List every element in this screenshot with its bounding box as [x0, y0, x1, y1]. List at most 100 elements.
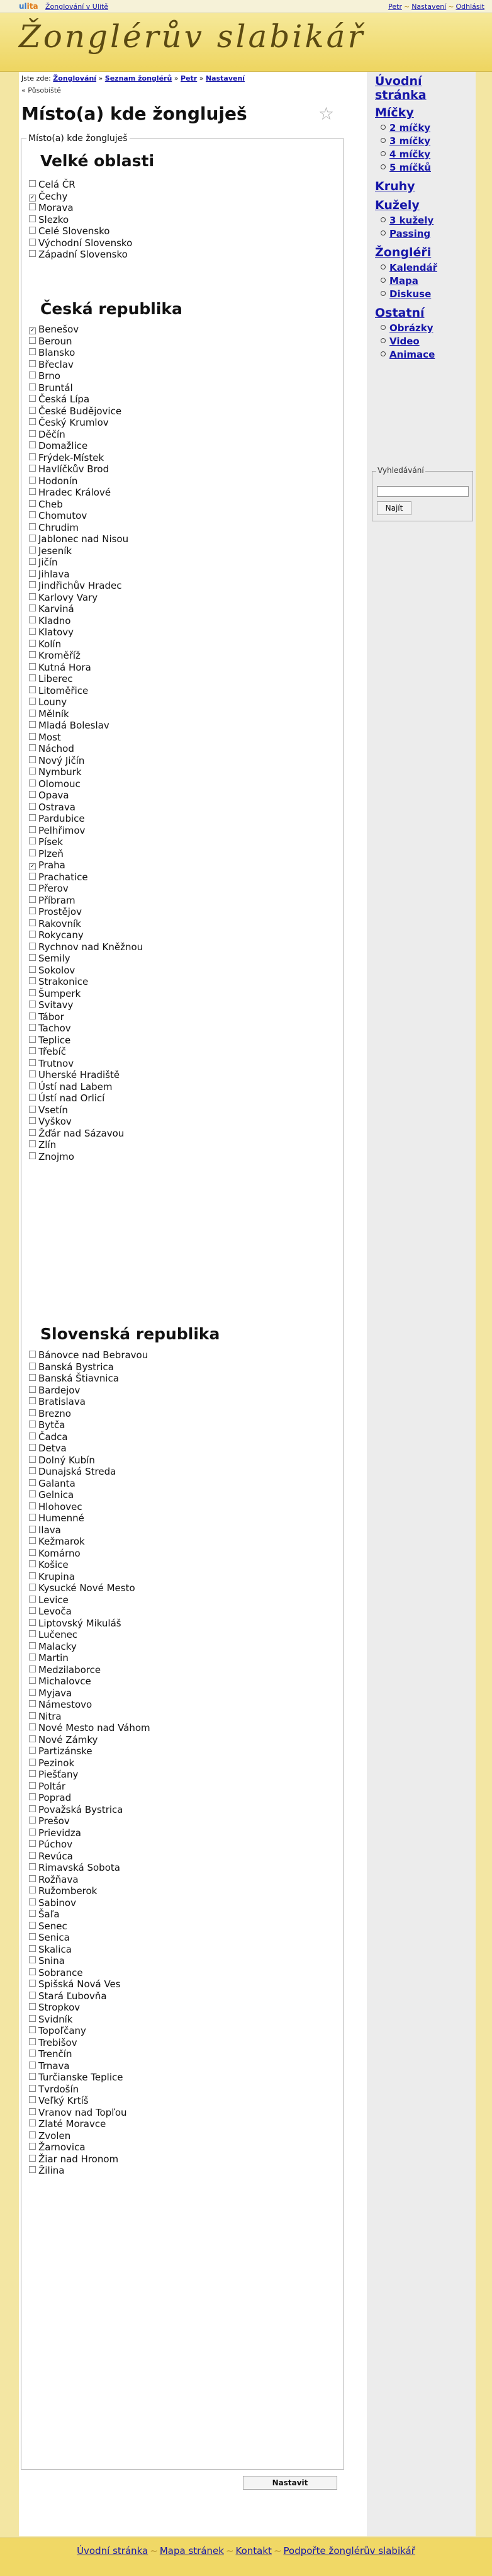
checkbox[interactable] — [29, 2062, 36, 2068]
checkbox[interactable] — [29, 1642, 36, 1649]
checkbox[interactable] — [29, 1152, 36, 1159]
checkbox[interactable] — [29, 1863, 36, 1870]
location-checkbox-row[interactable]: Bytča — [29, 1419, 65, 1431]
sidebar-kuzely-link[interactable]: Kužely — [375, 198, 420, 212]
checkbox[interactable] — [29, 360, 36, 367]
location-checkbox-row[interactable]: Žiar nad Hronom — [29, 2153, 118, 2165]
checkbox[interactable] — [29, 2096, 36, 2103]
checkbox[interactable] — [29, 849, 36, 856]
checkbox[interactable] — [29, 418, 36, 425]
sidebar-item-kalendar[interactable]: Kalendář — [381, 262, 437, 273]
checkbox[interactable] — [29, 2166, 36, 2173]
checkbox[interactable] — [29, 488, 36, 495]
location-checkbox-row[interactable]: Prachatice — [29, 871, 88, 883]
location-checkbox-row[interactable]: Chomutov — [29, 509, 87, 522]
sidebar-item-micky-2[interactable]: 2 míčky — [381, 122, 430, 133]
checkbox[interactable] — [29, 814, 36, 821]
site-link[interactable]: Žonglování v Ulitě — [45, 3, 108, 11]
location-checkbox-row[interactable]: Plzeň — [29, 848, 64, 860]
checkbox[interactable] — [29, 884, 36, 891]
location-checkbox-row[interactable]: Děčín — [29, 428, 65, 441]
checkbox[interactable] — [29, 1770, 36, 1777]
checkbox[interactable] — [29, 593, 36, 600]
location-checkbox-row[interactable]: Bardejov — [29, 1384, 80, 1397]
checkbox[interactable] — [29, 2131, 36, 2138]
location-checkbox-row[interactable]: Znojmo — [29, 1150, 74, 1163]
location-checkbox-row[interactable]: Mělník — [29, 708, 69, 720]
checkbox[interactable] — [29, 2050, 36, 2057]
sidebar-kruhy-link[interactable]: Kruhy — [375, 179, 415, 193]
location-checkbox-row[interactable]: Rimavská Sobota — [29, 1861, 120, 1874]
location-checkbox-row[interactable]: Trnava — [29, 2060, 70, 2072]
location-checkbox-row[interactable]: Dunajská Streda — [29, 1465, 116, 1478]
sidebar-item-micky-4[interactable]: 4 míčky — [381, 149, 430, 160]
footer-link-home[interactable]: Úvodní stránka — [77, 2545, 148, 2556]
checkbox[interactable] — [29, 1817, 36, 1824]
checkbox[interactable] — [29, 477, 36, 484]
location-checkbox-row[interactable]: Námestovo — [29, 1698, 92, 1711]
checkbox[interactable] — [29, 698, 36, 705]
sidebar-item-video[interactable]: Video — [381, 336, 420, 347]
checkbox[interactable] — [29, 977, 36, 984]
checkbox[interactable] — [29, 1852, 36, 1859]
location-checkbox-row[interactable]: Chrudim — [29, 521, 79, 534]
location-checkbox-row[interactable]: Spišská Nová Ves — [29, 1978, 121, 1990]
location-checkbox-row[interactable]: Hlohovec — [29, 1501, 82, 1513]
checkbox[interactable] — [29, 2119, 36, 2126]
location-checkbox-row[interactable]: Skalica — [29, 1943, 72, 1956]
checkbox[interactable] — [29, 1537, 36, 1544]
location-checkbox-row[interactable]: Slezko — [29, 213, 69, 226]
sidebar-home-link[interactable]: Úvodní stránka — [375, 74, 476, 102]
location-checkbox-row[interactable]: Senica — [29, 1931, 70, 1944]
location-checkbox-row[interactable]: Morava — [29, 201, 74, 214]
location-checkbox-row[interactable]: Příbram — [29, 894, 75, 907]
checkbox[interactable] — [29, 1059, 36, 1066]
location-checkbox-row[interactable]: Ilava — [29, 1524, 61, 1536]
location-checkbox-row[interactable]: Strakonice — [29, 975, 88, 988]
location-checkbox-row[interactable]: Sobrance — [29, 1966, 83, 1979]
sidebar-ostatni-link[interactable]: Ostatní — [375, 306, 425, 320]
checkbox[interactable] — [29, 1386, 36, 1393]
location-checkbox-row[interactable]: Domažlice — [29, 440, 87, 452]
checkbox[interactable] — [29, 919, 36, 926]
location-checkbox-row[interactable]: Stará Ľubovňa — [29, 1990, 107, 2002]
checkbox[interactable] — [29, 2108, 36, 2115]
checkbox[interactable] — [29, 640, 36, 647]
location-checkbox-row[interactable]: Nymburk — [29, 766, 82, 778]
checkbox[interactable] — [29, 710, 36, 717]
location-checkbox-row[interactable]: Trenčín — [29, 2048, 72, 2060]
checkbox[interactable] — [29, 1549, 36, 1556]
location-checkbox-row[interactable]: Havlíčkův Brod — [29, 463, 109, 475]
checkbox[interactable] — [29, 686, 36, 693]
location-checkbox-row[interactable]: Humenné — [29, 1512, 84, 1524]
location-checkbox-row[interactable]: Semily — [29, 952, 70, 965]
checkbox[interactable] — [29, 1968, 36, 1975]
location-checkbox-row[interactable]: Revúca — [29, 1850, 73, 1863]
checkbox[interactable] — [29, 1596, 36, 1603]
sidebar-item-micky-3[interactable]: 3 míčky — [381, 135, 430, 147]
location-checkbox-row[interactable]: Cheb — [29, 498, 63, 511]
checkbox[interactable] — [29, 2155, 36, 2162]
location-checkbox-row[interactable]: Lučenec — [29, 1628, 77, 1641]
checkbox[interactable] — [29, 803, 36, 810]
checkbox[interactable] — [29, 1082, 36, 1089]
checkbox[interactable] — [29, 1992, 36, 1999]
checkbox[interactable] — [29, 1514, 36, 1521]
checkbox[interactable] — [29, 1584, 36, 1591]
checkbox[interactable] — [29, 1140, 36, 1147]
checkbox[interactable] — [29, 1433, 36, 1439]
location-checkbox-row[interactable]: Michalovce — [29, 1675, 91, 1688]
checkbox[interactable] — [29, 721, 36, 728]
checkbox[interactable] — [29, 1467, 36, 1474]
location-checkbox-row[interactable]: Martin — [29, 1652, 69, 1664]
checkbox[interactable] — [29, 500, 36, 507]
checkbox[interactable] — [29, 1712, 36, 1719]
checkbox[interactable] — [29, 1607, 36, 1614]
location-checkbox-row[interactable]: Snina — [29, 1955, 65, 1967]
checkbox[interactable] — [29, 674, 36, 681]
checkbox[interactable] — [29, 2026, 36, 2033]
location-checkbox-row[interactable]: Ústí nad Orlicí — [29, 1092, 104, 1104]
location-checkbox-row[interactable]: Trebišov — [29, 2036, 77, 2049]
checkbox[interactable] — [29, 768, 36, 775]
checkbox[interactable] — [29, 1409, 36, 1416]
